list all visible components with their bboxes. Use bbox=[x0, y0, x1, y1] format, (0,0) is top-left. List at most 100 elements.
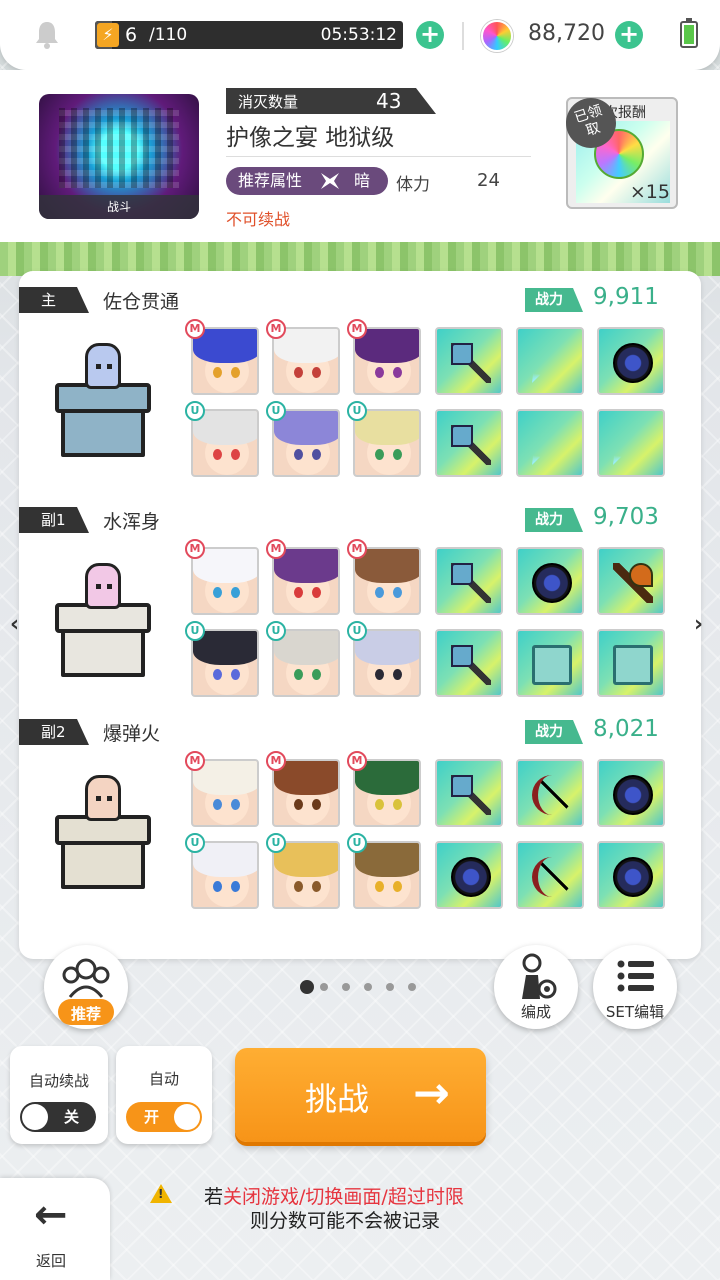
unit-eye bbox=[231, 449, 240, 460]
leader-sprite bbox=[85, 343, 121, 389]
unit-portrait[interactable] bbox=[353, 759, 421, 827]
team-row: 副1 水浑身 战力 9,703 M M M U U U bbox=[19, 491, 701, 711]
equipment-slot[interactable] bbox=[435, 629, 503, 697]
equipment-slot[interactable] bbox=[435, 547, 503, 615]
page-dot[interactable] bbox=[408, 983, 416, 991]
sub-badge-icon: U bbox=[185, 833, 205, 853]
equipment-slot[interactable] bbox=[435, 409, 503, 477]
equipment-slot[interactable] bbox=[597, 547, 665, 615]
unit-portrait[interactable] bbox=[191, 547, 259, 615]
set-edit-label: SET编辑 bbox=[605, 1003, 665, 1021]
unit-portrait[interactable] bbox=[353, 409, 421, 477]
book-icon bbox=[532, 645, 572, 685]
unit-eye bbox=[294, 799, 303, 810]
unit-portrait[interactable] bbox=[353, 841, 421, 909]
battery-icon bbox=[680, 18, 698, 48]
next-page-arrow[interactable]: › bbox=[694, 612, 703, 637]
leader-pedestal-sprite[interactable] bbox=[53, 775, 153, 899]
leader-pedestal-sprite[interactable] bbox=[53, 563, 153, 687]
unit-eye bbox=[375, 587, 384, 598]
back-label: 返回 bbox=[36, 1252, 67, 1270]
recommend-button[interactable]: 推荐 bbox=[44, 945, 128, 1029]
unit-portrait[interactable] bbox=[272, 409, 340, 477]
unit-portrait[interactable] bbox=[272, 327, 340, 395]
unit-eye bbox=[393, 881, 402, 892]
equipment-slot[interactable] bbox=[435, 841, 503, 909]
bell-icon[interactable] bbox=[33, 20, 61, 50]
pedestal-body bbox=[61, 841, 145, 889]
unit-eye bbox=[231, 587, 240, 598]
equipment-slot[interactable] bbox=[516, 547, 584, 615]
unit-eye bbox=[294, 449, 303, 460]
unit-portrait[interactable] bbox=[191, 409, 259, 477]
bow-icon bbox=[532, 857, 572, 897]
unit-portrait[interactable] bbox=[191, 629, 259, 697]
unit-eye bbox=[294, 587, 303, 598]
warning-icon bbox=[150, 1184, 172, 1203]
unit-eye bbox=[231, 367, 240, 378]
unit-portrait[interactable] bbox=[353, 547, 421, 615]
add-stamina-button[interactable]: + bbox=[416, 21, 444, 49]
prev-page-arrow[interactable]: ‹ bbox=[10, 612, 19, 637]
auto-continue-toggle[interactable]: 关 bbox=[20, 1102, 96, 1132]
auto-continue-state: 关 bbox=[64, 1108, 80, 1126]
equipment-slot[interactable] bbox=[597, 409, 665, 477]
equipment-slot[interactable] bbox=[597, 759, 665, 827]
pedestal-body bbox=[61, 409, 145, 457]
set-edit-button[interactable]: SET编辑 bbox=[593, 945, 677, 1029]
unit-portrait[interactable] bbox=[191, 759, 259, 827]
page-dot[interactable] bbox=[342, 983, 350, 991]
equipment-slot[interactable] bbox=[516, 759, 584, 827]
equipment-slot[interactable] bbox=[516, 629, 584, 697]
stamina-timer: 05:53:12 bbox=[320, 25, 397, 45]
unit-eye bbox=[213, 669, 222, 680]
page-dot[interactable] bbox=[386, 983, 394, 991]
sub-badge-icon: U bbox=[185, 401, 205, 421]
auto-battle-state: 开 bbox=[144, 1108, 160, 1126]
fan-icon bbox=[532, 425, 572, 465]
page-dot[interactable] bbox=[364, 983, 372, 991]
unit-eye bbox=[375, 799, 384, 810]
no-continue-warning: 不可续战 bbox=[226, 210, 291, 229]
equipment-slot[interactable] bbox=[435, 759, 503, 827]
unit-eye bbox=[375, 367, 384, 378]
back-button[interactable]: ← 返回 bbox=[0, 1178, 110, 1280]
stage-thumb-label: 战斗 bbox=[39, 195, 199, 219]
stage-info-panel: 战斗 消灭数量 43 护像之宴 地狱级 推荐属性 暗 体力 24 不可续战 次报… bbox=[0, 70, 720, 242]
unit-portrait[interactable] bbox=[191, 841, 259, 909]
unit-portrait[interactable] bbox=[353, 629, 421, 697]
unit-portrait[interactable] bbox=[272, 547, 340, 615]
auto-continue-card: 自动续战 关 bbox=[10, 1046, 108, 1144]
unit-portrait[interactable] bbox=[272, 629, 340, 697]
power-label: 战力 bbox=[525, 720, 583, 744]
equipment-slot[interactable] bbox=[516, 841, 584, 909]
unit-eye bbox=[231, 669, 240, 680]
unit-eye bbox=[294, 669, 303, 680]
add-gem-button[interactable]: + bbox=[615, 21, 643, 49]
challenge-button[interactable]: 挑战 → bbox=[235, 1048, 486, 1142]
equipment-slot[interactable] bbox=[597, 629, 665, 697]
unit-portrait[interactable] bbox=[272, 759, 340, 827]
bow-icon bbox=[532, 775, 572, 815]
fan-icon bbox=[532, 343, 572, 383]
edit-team-button[interactable]: 编成 bbox=[494, 945, 578, 1029]
team-leader-name: 佐仓贯通 bbox=[103, 291, 180, 313]
leader-pedestal-sprite[interactable] bbox=[53, 343, 153, 467]
equipment-slot[interactable] bbox=[435, 327, 503, 395]
sub-badge-icon: U bbox=[266, 401, 286, 421]
unit-portrait[interactable] bbox=[272, 841, 340, 909]
main-badge-icon: M bbox=[185, 539, 205, 559]
weapon-icon bbox=[451, 425, 491, 465]
equipment-slot[interactable] bbox=[597, 841, 665, 909]
page-dot[interactable] bbox=[320, 983, 328, 991]
page-dot[interactable] bbox=[300, 980, 314, 994]
divider bbox=[462, 22, 464, 50]
unit-portrait[interactable] bbox=[191, 327, 259, 395]
unit-portrait[interactable] bbox=[353, 327, 421, 395]
equipment-slot[interactable] bbox=[516, 409, 584, 477]
equipment-slot[interactable] bbox=[516, 327, 584, 395]
auto-battle-card: 自动 开 bbox=[116, 1046, 212, 1144]
equipment-slot[interactable] bbox=[597, 327, 665, 395]
auto-battle-toggle[interactable]: 开 bbox=[126, 1102, 202, 1132]
stage-thumbnail: 战斗 bbox=[39, 94, 199, 219]
